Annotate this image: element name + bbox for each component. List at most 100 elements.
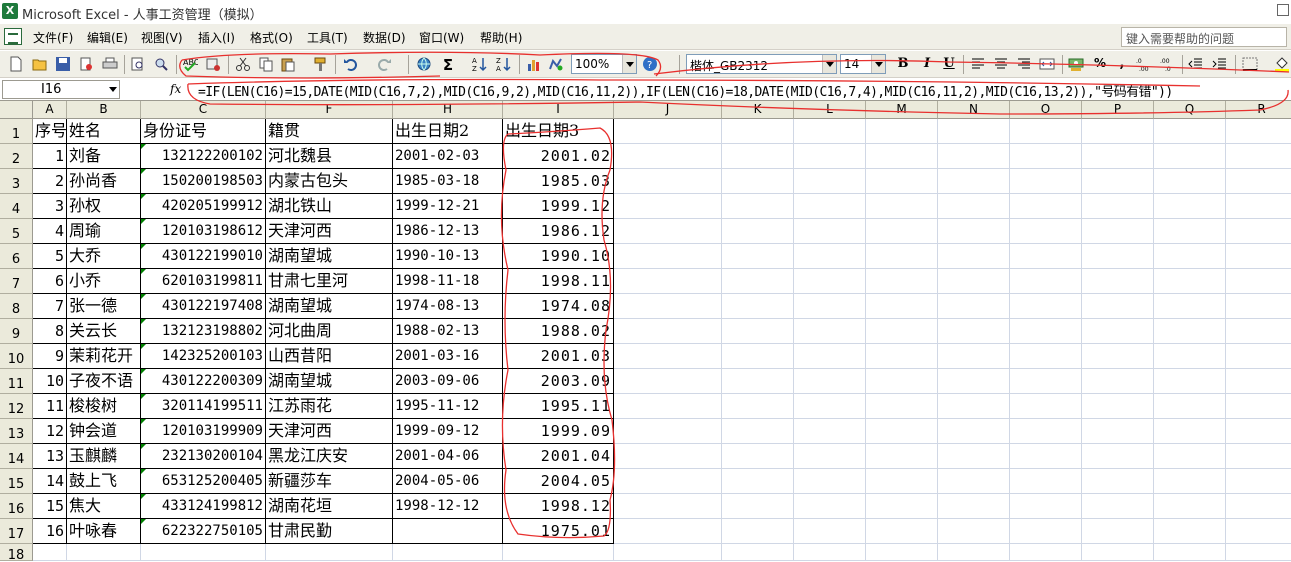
cell-n9[interactable] [938, 319, 1010, 344]
cell-b15[interactable]: 鼓上飞 [67, 469, 141, 494]
cell-j11[interactable] [614, 369, 722, 394]
cell-k13[interactable] [722, 419, 794, 444]
menu-tools[interactable]: 工具(T) [307, 29, 348, 46]
cell-n8[interactable] [938, 294, 1010, 319]
cell-o11[interactable] [1010, 369, 1082, 394]
cell-m11[interactable] [866, 369, 938, 394]
cell-k9[interactable] [722, 319, 794, 344]
cell-n2[interactable] [938, 144, 1010, 169]
cell-n15[interactable] [938, 469, 1010, 494]
cell-o3[interactable] [1010, 169, 1082, 194]
cell-k14[interactable] [722, 444, 794, 469]
cell-f11[interactable]: 湖南望城 [266, 369, 393, 394]
borders-icon[interactable] [1242, 56, 1258, 72]
permission-icon[interactable] [78, 56, 94, 72]
cell-p5[interactable] [1082, 219, 1154, 244]
column-header-h[interactable]: H [393, 101, 503, 119]
cell-p11[interactable] [1082, 369, 1154, 394]
row-header-6[interactable]: 6 [0, 244, 33, 269]
cell-j12[interactable] [614, 394, 722, 419]
cell-a3[interactable]: 2 [33, 169, 67, 194]
cell-o13[interactable] [1010, 419, 1082, 444]
drawing-icon[interactable] [548, 56, 564, 72]
cell-i12[interactable]: 1995.11 [503, 394, 614, 419]
cell-p6[interactable] [1082, 244, 1154, 269]
cell-b13[interactable]: 钟会道 [67, 419, 141, 444]
cell-k6[interactable] [722, 244, 794, 269]
center-icon[interactable] [993, 56, 1009, 72]
row-header-14[interactable]: 14 [0, 444, 33, 469]
cell-b1[interactable]: 姓名 [67, 119, 141, 144]
sort-ascending-icon[interactable]: AZ [472, 56, 488, 72]
cell-n16[interactable] [938, 494, 1010, 519]
print-icon[interactable] [102, 56, 118, 72]
cell-q4[interactable] [1154, 194, 1226, 219]
cell-a14[interactable]: 13 [33, 444, 67, 469]
cell-f4[interactable]: 湖北铁山 [266, 194, 393, 219]
cell-f17[interactable]: 甘肃民勤 [266, 519, 393, 544]
cell-q14[interactable] [1154, 444, 1226, 469]
cell-j2[interactable] [614, 144, 722, 169]
cell-h12[interactable]: 1995-11-12 [393, 394, 503, 419]
cell-i15[interactable]: 2004.05 [503, 469, 614, 494]
paste-icon[interactable] [280, 56, 296, 72]
cell-c6[interactable]: 430122199010 [141, 244, 266, 269]
cell-m15[interactable] [866, 469, 938, 494]
spelling-icon[interactable]: ABC [182, 56, 198, 72]
cell-i13[interactable]: 1999.09 [503, 419, 614, 444]
cell-q16[interactable] [1154, 494, 1226, 519]
cell-m2[interactable] [866, 144, 938, 169]
cell-j5[interactable] [614, 219, 722, 244]
italic-button[interactable]: I [919, 56, 935, 71]
cell-l15[interactable] [794, 469, 866, 494]
cell-b12[interactable]: 梭梭树 [67, 394, 141, 419]
cell-o8[interactable] [1010, 294, 1082, 319]
cell-m6[interactable] [866, 244, 938, 269]
cell-k10[interactable] [722, 344, 794, 369]
cell-q11[interactable] [1154, 369, 1226, 394]
cell-h5[interactable]: 1986-12-13 [393, 219, 503, 244]
cell-b18[interactable] [67, 544, 141, 561]
cell-n18[interactable] [938, 544, 1010, 561]
row-header-5[interactable]: 5 [0, 219, 33, 244]
cell-c2[interactable]: 132122200102 [141, 144, 266, 169]
currency-icon[interactable] [1068, 56, 1084, 72]
cell-p3[interactable] [1082, 169, 1154, 194]
cell-b3[interactable]: 孙尚香 [67, 169, 141, 194]
cell-q3[interactable] [1154, 169, 1226, 194]
cell-h10[interactable]: 2001-03-16 [393, 344, 503, 369]
cell-k11[interactable] [722, 369, 794, 394]
row-header-7[interactable]: 7 [0, 269, 33, 294]
cell-j18[interactable] [614, 544, 722, 561]
cell-o10[interactable] [1010, 344, 1082, 369]
cell-n4[interactable] [938, 194, 1010, 219]
row-header-17[interactable]: 17 [0, 519, 33, 544]
row-header-2[interactable]: 2 [0, 144, 33, 169]
print-preview-icon[interactable] [130, 56, 146, 72]
cell-o1[interactable] [1010, 119, 1082, 144]
row-header-16[interactable]: 16 [0, 494, 33, 519]
cell-i6[interactable]: 1990.10 [503, 244, 614, 269]
cell-l13[interactable] [794, 419, 866, 444]
cell-r7[interactable] [1226, 269, 1291, 294]
cell-i18[interactable] [503, 544, 614, 561]
cell-n10[interactable] [938, 344, 1010, 369]
insert-function-icon[interactable]: fx [170, 82, 181, 96]
cell-k2[interactable] [722, 144, 794, 169]
cell-b9[interactable]: 关云长 [67, 319, 141, 344]
cell-k15[interactable] [722, 469, 794, 494]
increase-indent-icon[interactable] [1212, 56, 1228, 72]
cell-r3[interactable] [1226, 169, 1291, 194]
cell-h9[interactable]: 1988-02-13 [393, 319, 503, 344]
cell-j17[interactable] [614, 519, 722, 544]
cell-b8[interactable]: 张一德 [67, 294, 141, 319]
cell-b4[interactable]: 孙权 [67, 194, 141, 219]
cell-k7[interactable] [722, 269, 794, 294]
cell-o15[interactable] [1010, 469, 1082, 494]
cell-a9[interactable]: 8 [33, 319, 67, 344]
cell-c18[interactable] [141, 544, 266, 561]
cell-r18[interactable] [1226, 544, 1291, 561]
cell-r6[interactable] [1226, 244, 1291, 269]
cell-h6[interactable]: 1990-10-13 [393, 244, 503, 269]
cell-k1[interactable] [722, 119, 794, 144]
